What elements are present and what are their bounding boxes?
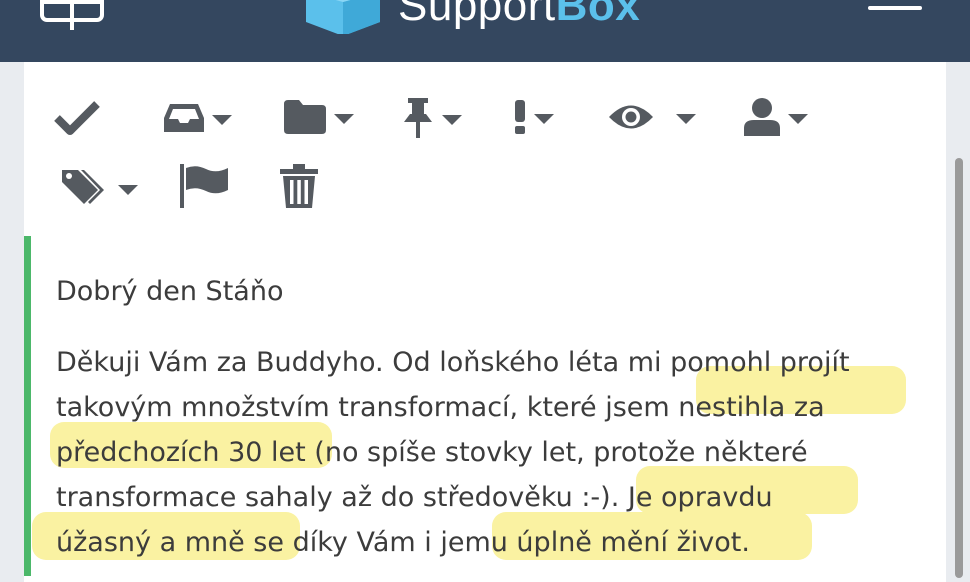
exclamation-icon <box>515 100 525 134</box>
folder-button[interactable] <box>284 100 354 134</box>
folder-icon <box>284 100 326 134</box>
pin-icon <box>404 98 432 138</box>
chevron-down-icon <box>334 113 354 124</box>
message-text: Děkuji Vám za Buddyho. Od loňského léta … <box>32 340 936 565</box>
priority-button[interactable] <box>514 100 554 134</box>
message-line: Děkuji Vám za Buddyho. Od loňského léta … <box>56 347 850 378</box>
flag-icon <box>180 164 228 208</box>
chevron-down-icon <box>442 114 462 125</box>
message-line: takovým množstvím transformací, které js… <box>56 392 825 423</box>
scrollbar[interactable] <box>955 158 963 578</box>
chevron-down-icon <box>118 184 138 195</box>
sidebar-toggle-icon[interactable] <box>40 0 104 30</box>
user-icon <box>744 98 780 136</box>
message-line: úžasný a mně se díky Vám i jemu úplně mě… <box>56 527 750 558</box>
tags-icon <box>62 170 104 204</box>
pin-button[interactable] <box>402 98 462 138</box>
chevron-down-icon <box>212 114 232 125</box>
move-to-inbox-button[interactable] <box>164 102 232 134</box>
top-bar: SupportBox <box>0 0 970 62</box>
chevron-down-icon <box>788 113 808 124</box>
message-line: transformace sahaly až do středověku :-)… <box>56 482 773 513</box>
chevron-down-icon <box>534 113 554 124</box>
hamburger-menu-icon[interactable] <box>868 0 922 10</box>
brand-name: SupportBox <box>398 0 640 28</box>
check-icon <box>54 101 100 135</box>
flag-button[interactable] <box>180 164 230 208</box>
message-greeting: Dobrý den Stáňo <box>56 276 284 307</box>
tags-button[interactable] <box>62 168 138 208</box>
resolve-button[interactable] <box>54 100 100 136</box>
assign-user-button[interactable] <box>744 98 808 136</box>
inbox-tray-icon <box>164 104 204 132</box>
delete-button[interactable] <box>280 164 318 208</box>
trash-icon <box>280 164 318 208</box>
brand-name-part1: Support <box>398 0 556 30</box>
chevron-down-icon <box>676 113 696 124</box>
brand[interactable]: SupportBox <box>306 0 640 36</box>
eye-icon <box>609 105 653 129</box>
brand-name-part2: Box <box>555 0 641 30</box>
message-line: předchozích 30 let (no spíše stovky let,… <box>56 437 808 468</box>
visibility-button[interactable] <box>608 102 696 132</box>
brand-logo-icon <box>306 0 380 34</box>
